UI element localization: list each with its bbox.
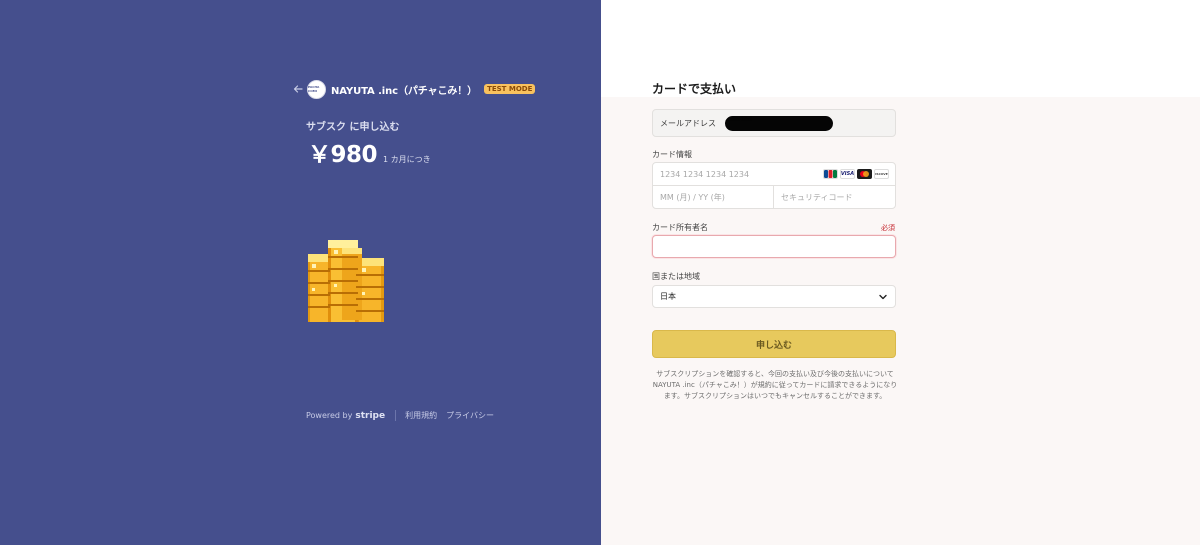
merchant-name: NAYUTA .inc（パチャこみ！） [331, 85, 478, 97]
subscription-terms: サブスクリプションを確認すると、今回の支払い及び今後の支払いについて NAYUT… [652, 370, 898, 400]
price-row: ￥980 1 カ月につき [308, 135, 431, 169]
subscribe-button[interactable]: 申し込む [652, 330, 896, 358]
visa-icon: VISA [840, 169, 855, 179]
card-number-input[interactable] [660, 168, 810, 181]
price: ￥980 [308, 142, 378, 168]
expiry-cell [653, 186, 774, 208]
jcb-icon [823, 169, 838, 179]
privacy-link[interactable]: プライバシー [446, 410, 494, 421]
expiry-input[interactable] [660, 191, 765, 204]
footer-divider [395, 410, 397, 421]
required-indicator: 必須 [881, 224, 895, 232]
cardholder-name-label: カード所有者名 [652, 223, 708, 232]
merchant-logo: PACHA COMI [307, 79, 326, 99]
cvc-input[interactable] [781, 191, 886, 204]
payment-panel: カードで支払い メールアドレス redacted カード情報 VISA DISC… [601, 0, 1200, 545]
powered-by-label: Powered by [306, 411, 353, 420]
card-info-label: カード情報 [652, 150, 692, 159]
product-title: サブスク に申し込む [306, 122, 400, 133]
payment-heading: カードで支払い [652, 82, 737, 96]
card-number-row: VISA DISCOVER [653, 163, 895, 186]
email-field[interactable]: メールアドレス redacted [652, 109, 896, 137]
email-value-redacted: redacted [725, 115, 833, 131]
card-info-group: VISA DISCOVER [652, 162, 896, 209]
email-label: メールアドレス [660, 118, 716, 128]
terms-link[interactable]: 利用規約 [405, 410, 437, 421]
footer: Powered by stripe 利用規約 プライバシー [306, 410, 503, 421]
discover-icon: DISCOVER [874, 169, 889, 179]
test-mode-badge: TEST MODE [484, 84, 536, 94]
back-arrow-icon[interactable] [292, 83, 304, 95]
coins-image [308, 240, 384, 322]
cardholder-name-input[interactable] [652, 235, 896, 258]
country-label: 国または地域 [652, 272, 700, 281]
card-brands: VISA DISCOVER [823, 169, 889, 179]
mastercard-icon [857, 169, 872, 179]
stripe-logo[interactable]: stripe [355, 411, 385, 421]
cvc-cell [774, 186, 895, 208]
chevron-down-icon [879, 294, 887, 300]
country-value: 日本 [660, 292, 676, 301]
billing-period: 1 カ月につき [383, 155, 431, 164]
summary-panel: PACHA COMI NAYUTA .inc（パチャこみ！） TEST MODE… [0, 0, 601, 545]
country-select[interactable]: 日本 [652, 285, 896, 308]
card-expiry-cvc-row [653, 186, 895, 208]
merchant-header[interactable]: PACHA COMI NAYUTA .inc（パチャこみ！） TEST MODE [292, 79, 536, 99]
